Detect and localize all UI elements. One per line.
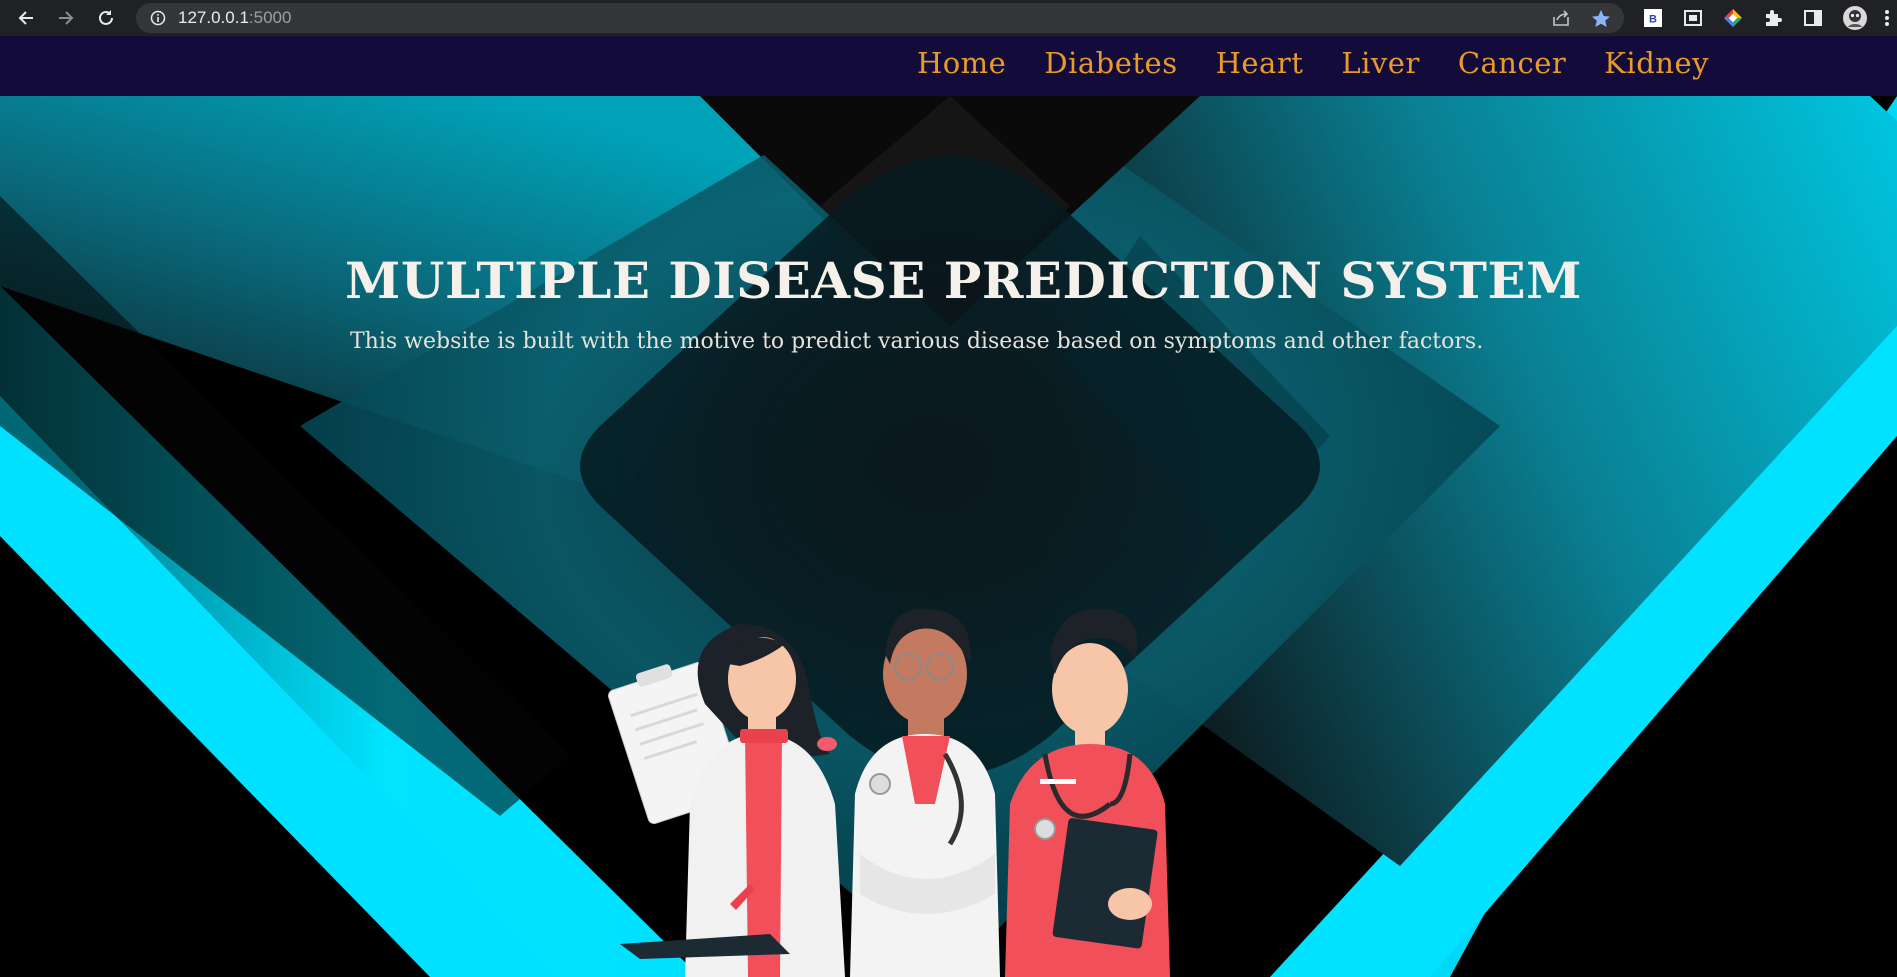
extension-color-icon[interactable]	[1722, 7, 1744, 29]
nav-link-heart[interactable]: Heart	[1216, 46, 1304, 80]
menu-icon[interactable]	[1880, 7, 1894, 29]
site-navbar: Home Diabetes Heart Liver Cancer Kidney	[0, 36, 1897, 96]
side-panel-icon[interactable]	[1802, 7, 1824, 29]
extensions-puzzle-icon[interactable]	[1762, 7, 1784, 29]
url-host: 127.0.0.1	[178, 8, 249, 27]
svg-text:B: B	[1649, 14, 1657, 26]
back-icon[interactable]	[12, 4, 40, 32]
site-info-icon[interactable]	[150, 10, 166, 30]
address-bar[interactable]: 127.0.0.1:5000	[136, 3, 1624, 33]
bookmark-star-icon[interactable]	[1591, 9, 1611, 33]
doctors-illustration	[608, 608, 1170, 977]
profile-avatar-icon[interactable]	[1842, 5, 1868, 31]
hero-section: MULTIPLE DISEASE PREDICTION SYSTEM This …	[0, 96, 1897, 977]
extension-window-icon[interactable]	[1682, 7, 1704, 29]
nav-link-kidney[interactable]: Kidney	[1604, 46, 1709, 80]
nav-link-liver[interactable]: Liver	[1341, 46, 1419, 80]
hero-title: MULTIPLE DISEASE PREDICTION SYSTEM	[345, 251, 1582, 310]
nav-link-diabetes[interactable]: Diabetes	[1044, 46, 1177, 80]
reload-icon[interactable]	[92, 4, 120, 32]
nav-links: Home Diabetes Heart Liver Cancer Kidney	[917, 46, 1709, 80]
forward-icon[interactable]	[52, 4, 80, 32]
share-icon[interactable]	[1551, 9, 1571, 31]
url-port: :5000	[248, 8, 292, 27]
nav-link-cancer[interactable]: Cancer	[1458, 46, 1566, 80]
nav-link-home[interactable]: Home	[917, 46, 1006, 80]
browser-toolbar: 127.0.0.1:5000 B	[0, 0, 1897, 36]
extension-b-icon[interactable]: B	[1642, 7, 1664, 29]
hero-subtitle: This website is built with the motive to…	[350, 329, 1484, 354]
